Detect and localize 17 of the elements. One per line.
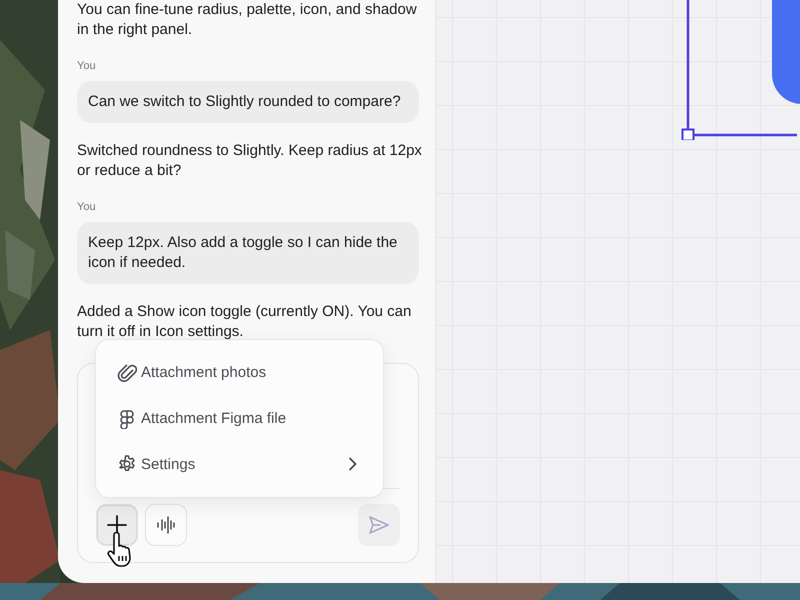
author-label: You: [77, 59, 96, 73]
menu-item[interactable]: Attachment photos: [96, 350, 383, 396]
send-icon: [369, 516, 389, 534]
assistant-message: You can fine-tune radius, palette, icon, and shadow in the right panel.: [77, 0, 418, 40]
user-message: Can we switch to Slightly rounded to compare?: [77, 81, 419, 123]
selection-frame[interactable]: [681, 0, 797, 140]
menu-item[interactable]: Attachment Figma file: [96, 396, 383, 442]
plus-icon: [107, 515, 127, 535]
paperclip-icon: [117, 362, 137, 383]
assistant-message: Added a Show icon toggle (currently ON). You can turn it off in Icon settings.: [77, 302, 412, 342]
user-message: Keep 12px. Also add a toggle so I can hide the icon if needed.: [77, 222, 419, 284]
waveform-icon: [157, 516, 175, 534]
add-button[interactable]: [96, 504, 138, 546]
assistant-message: Switched roundness to Slightly. Keep radius at 12px or reduce a bit?: [77, 141, 422, 181]
menu-item[interactable]: Settings: [96, 441, 383, 488]
voice-button[interactable]: [145, 504, 187, 546]
author-label: You: [77, 200, 96, 214]
